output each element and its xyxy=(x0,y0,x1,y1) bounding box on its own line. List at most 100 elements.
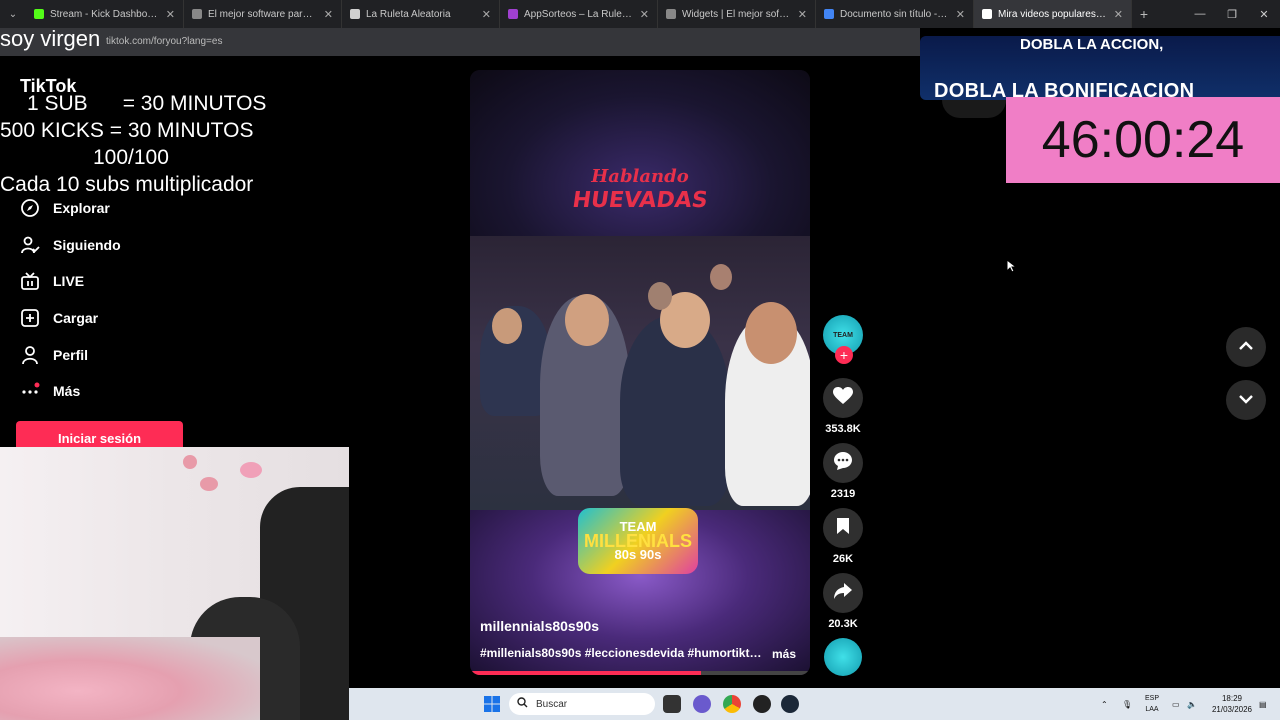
address-bar[interactable]: tiktok.com/foryou?lang=es xyxy=(0,28,920,56)
video-hashtags[interactable]: #millenials80s90s #leccionesdevida #humo… xyxy=(480,646,766,660)
nav-label: Explorar xyxy=(53,200,110,216)
chrome-icon[interactable] xyxy=(723,695,741,713)
video-more-link[interactable]: más xyxy=(772,647,796,661)
overlay-caption: soy virgen xyxy=(0,26,101,51)
save-button[interactable] xyxy=(823,508,863,548)
tab-favicon-icon xyxy=(666,9,676,19)
nav-following[interactable]: Siguiendo xyxy=(20,233,121,257)
promo-line-1: DOBLA LA ACCION, xyxy=(1020,36,1164,53)
share-count: 20.3K xyxy=(828,618,858,630)
clock-date: 21/03/2026 xyxy=(1211,705,1253,714)
tab-close-icon[interactable]: ✕ xyxy=(956,8,965,21)
window-controls: — ❐ ✕ xyxy=(1184,0,1280,28)
nav-label: Más xyxy=(53,383,81,399)
video-progress-bar[interactable] xyxy=(470,671,810,675)
video-progress-fill xyxy=(470,671,702,675)
nav-label: LIVE xyxy=(53,273,85,289)
video-username[interactable]: millennials80s90s xyxy=(480,618,599,634)
profile-icon xyxy=(20,345,40,365)
minimize-icon[interactable]: — xyxy=(1184,0,1216,28)
webcam-blanket xyxy=(0,637,260,720)
notification-icon[interactable]: ▤ xyxy=(1259,688,1267,720)
network-icon[interactable]: ▭ xyxy=(1172,688,1180,720)
close-window-icon[interactable]: ✕ xyxy=(1248,0,1280,28)
follow-plus-icon[interactable]: + xyxy=(835,346,853,364)
nav-label: Cargar xyxy=(53,310,99,326)
taskbar-search-placeholder: Buscar xyxy=(536,698,568,710)
obs-icon[interactable] xyxy=(753,695,771,713)
share-button[interactable] xyxy=(823,573,863,613)
upload-icon xyxy=(20,308,40,328)
url-text[interactable]: tiktok.com/foryou?lang=es xyxy=(106,36,222,47)
taskbar-search[interactable]: Buscar xyxy=(509,693,655,715)
more-icon xyxy=(20,381,40,401)
tab-title: El mejor software para potencia xyxy=(208,8,318,20)
browser-tab[interactable]: Documento sin título - Docum ✕ xyxy=(816,0,974,28)
following-icon xyxy=(20,235,40,255)
tab-title: La Ruleta Aleatoria xyxy=(366,8,451,20)
tab-search-icon[interactable]: ⌄ xyxy=(0,0,26,28)
save-count: 26K xyxy=(832,553,854,565)
browser-tab[interactable]: Stream - Kick Dashboard ✕ xyxy=(26,0,184,28)
tab-title: Widgets | El mejor software par xyxy=(682,8,792,20)
search-icon xyxy=(517,697,528,711)
browser-tab[interactable]: Mira videos populares sele ✕ xyxy=(974,0,1132,28)
nav-more[interactable]: Más xyxy=(20,379,80,403)
bookmark-icon xyxy=(836,517,850,540)
browser-tab[interactable]: La Ruleta Aleatoria ✕ xyxy=(342,0,500,28)
nav-explore[interactable]: Explorar xyxy=(20,196,110,220)
nav-label: Perfil xyxy=(53,347,89,363)
comment-button[interactable] xyxy=(823,443,863,483)
next-video-button[interactable] xyxy=(1226,380,1266,420)
windows-start-icon[interactable] xyxy=(484,696,500,712)
video-player[interactable]: Hablando HUEVADAS TEAM MILLENIALS 80s 90… xyxy=(470,70,810,675)
screen: ⌄ Stream - Kick Dashboard ✕ El mejor softw… xyxy=(0,0,1280,720)
volume-icon[interactable]: 🔈 xyxy=(1187,688,1197,720)
nav-upload[interactable]: Cargar xyxy=(20,306,98,330)
tab-close-icon[interactable]: ✕ xyxy=(798,8,807,21)
taskbar-clock[interactable]: 18:29 21/03/2026 xyxy=(1209,693,1255,715)
wall-sticker xyxy=(240,462,262,478)
video-audience-scene xyxy=(470,236,810,510)
microphone-icon[interactable]: 🎙 xyxy=(1122,688,1132,720)
nav-label: Siguiendo xyxy=(53,237,121,253)
music-disc-avatar[interactable] xyxy=(824,638,862,676)
maximize-icon[interactable]: ❐ xyxy=(1216,0,1248,28)
browser-tab[interactable]: AppSorteos – La Ruleta de la S ✕ xyxy=(500,0,658,28)
wall-sticker xyxy=(183,455,197,469)
comment-count: 2319 xyxy=(830,488,856,500)
tab-close-icon[interactable]: ✕ xyxy=(482,8,491,21)
video-brand-line-2: HUEVADAS xyxy=(570,188,710,213)
nav-live[interactable]: LIVE xyxy=(20,269,84,293)
discord-icon[interactable] xyxy=(693,695,711,713)
overlay-line-4: Cada 10 subs multiplicador xyxy=(0,173,254,196)
wall-sticker xyxy=(200,477,218,491)
tab-close-icon[interactable]: ✕ xyxy=(324,8,333,21)
browser-tab[interactable]: Widgets | El mejor software par ✕ xyxy=(658,0,816,28)
tab-close-icon[interactable]: ✕ xyxy=(1114,8,1123,21)
tray-chevron-icon[interactable]: ⌃ xyxy=(1101,688,1108,720)
tab-favicon-icon xyxy=(508,9,518,19)
team-millenials-badge: TEAM MILLENIALS 80s 90s xyxy=(578,508,698,574)
live-icon xyxy=(20,271,40,291)
overlay-line-2: 500 KICKS = 30 MINUTOS xyxy=(0,119,254,142)
task-view-icon[interactable] xyxy=(663,695,681,713)
steam-icon[interactable] xyxy=(781,695,799,713)
tab-title: Mira videos populares sele xyxy=(998,8,1108,20)
tab-favicon-icon xyxy=(34,9,44,19)
tab-close-icon[interactable]: ✕ xyxy=(166,8,175,21)
audience-face xyxy=(745,302,797,364)
language-indicator[interactable]: ESP LAA xyxy=(1144,693,1160,715)
like-button[interactable] xyxy=(823,378,863,418)
browser-tab[interactable]: El mejor software para potencia ✕ xyxy=(184,0,342,28)
previous-video-button[interactable] xyxy=(1226,327,1266,367)
nav-profile[interactable]: Perfil xyxy=(20,343,88,367)
tab-favicon-icon xyxy=(982,9,992,19)
audience-face xyxy=(710,264,732,290)
tab-close-icon[interactable]: ✕ xyxy=(640,8,649,21)
audience-face xyxy=(648,282,672,310)
mouse-cursor-icon xyxy=(1006,258,1018,278)
overlay-line-3: 100/100 xyxy=(93,146,169,169)
new-tab-button[interactable]: + xyxy=(1132,6,1156,22)
tab-title: Documento sin título - Docum xyxy=(840,8,950,20)
